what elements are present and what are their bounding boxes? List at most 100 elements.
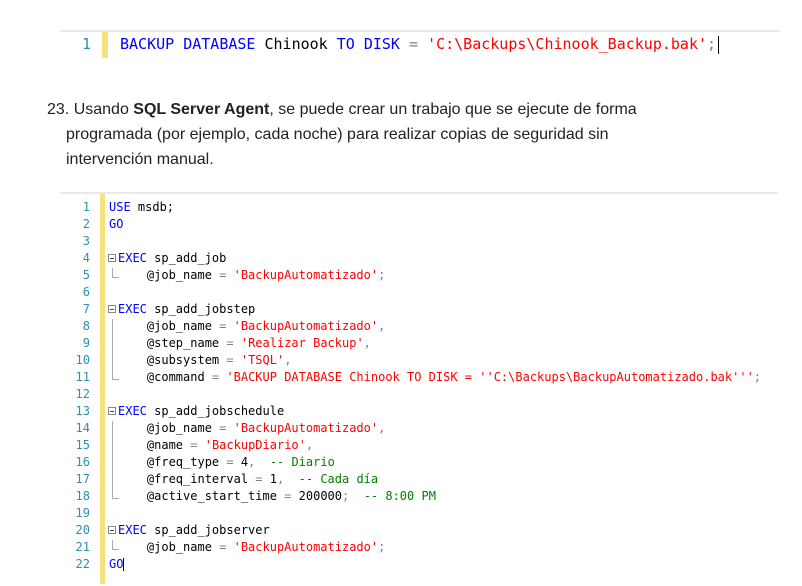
terminator: ;	[378, 540, 386, 554]
line-number: 16	[75, 455, 90, 469]
line-number: 8	[82, 319, 90, 333]
string-literal: 'C:\Backups\Chinook_Backup.bak'	[427, 35, 708, 53]
keyword: BACKUP DATABASE	[120, 35, 256, 53]
code-line[interactable]: BACKUP DATABASE Chinook TO DISK = 'C:\Ba…	[120, 35, 720, 54]
fold-guide	[112, 319, 113, 336]
line-number: 18	[75, 489, 90, 503]
string-literal: 'BackupDiario'	[204, 438, 306, 452]
code-line: 16 @freq_type = 4, -- Diario	[60, 455, 778, 472]
operator: =	[183, 438, 205, 452]
terminator: ;	[707, 35, 717, 53]
keyword: EXEC	[118, 302, 147, 316]
code-editor[interactable]: 1 USE msdb; 2 GO 3 4 EXEC sp_add_job 5 @job…	[60, 192, 778, 584]
paragraph-text: , se puede crear un trabajo que se ejecu…	[269, 101, 637, 118]
line-number: 9	[82, 336, 90, 350]
paragraph-line: intervención manual.	[66, 151, 214, 168]
line-number: 4	[82, 251, 90, 265]
operator: =	[219, 336, 241, 350]
keyword: EXEC	[118, 523, 147, 537]
comment: -- 8:00 PM	[363, 489, 436, 503]
parameter: @freq_interval	[118, 472, 249, 486]
collapse-icon[interactable]	[108, 526, 116, 534]
code-line: 10 @subsystem = 'TSQL',	[60, 353, 778, 370]
operator: =	[211, 540, 234, 554]
line-number: 22	[75, 557, 90, 571]
operator: =	[219, 455, 241, 469]
change-marker	[102, 32, 108, 58]
separator: ,	[248, 455, 270, 469]
line-number: 7	[82, 302, 90, 316]
line-number: 19	[75, 506, 90, 520]
parameter: @freq_type	[118, 455, 220, 469]
code-line: 4 EXEC sp_add_job	[60, 251, 778, 268]
paragraph-line: programada (por ejemplo, cada noche) par…	[66, 126, 609, 143]
keyword: USE	[109, 200, 131, 214]
separator: ,	[276, 472, 299, 486]
line-number: 10	[75, 353, 90, 367]
string-literal: 'BackupAutomatizado'	[233, 268, 379, 282]
bold-term: SQL Server Agent	[133, 101, 270, 118]
fold-guide	[112, 353, 113, 370]
parameter: @job_name	[118, 268, 212, 282]
code-line: 17 @freq_interval = 1, -- Cada día	[60, 472, 778, 489]
code-line: 1 USE msdb;	[60, 200, 778, 217]
fold-guide	[112, 336, 113, 353]
string-literal: 'BACKUP DATABASE Chinook TO DISK = ''C:\…	[226, 370, 754, 384]
line-number: 11	[75, 370, 90, 384]
line-number: 6	[82, 285, 90, 299]
code-line: 2 GO	[60, 217, 778, 234]
code-line: 7 EXEC sp_add_jobstep	[60, 302, 778, 319]
operator: =	[219, 353, 241, 367]
parameter: @job_name	[118, 540, 212, 554]
line-number: 12	[75, 387, 90, 401]
code-line: 11 @command = 'BACKUP DATABASE Chinook T…	[60, 370, 778, 387]
code-line: 12	[60, 387, 778, 404]
step-number: 23.	[47, 101, 70, 118]
text-caret	[718, 35, 720, 54]
comment: -- Diario	[269, 455, 335, 469]
code-line: 15 @name = 'BackupDiario',	[60, 438, 778, 455]
parameter: @job_name	[118, 421, 212, 435]
operator: =	[399, 35, 428, 53]
code-line: 6	[60, 285, 778, 302]
identifier: sp_add_jobstep	[146, 302, 256, 316]
identifier: Chinook	[255, 35, 337, 53]
step-paragraph: 23. Usando SQL Server Agent, se puede cr…	[47, 97, 747, 172]
operator: =	[211, 421, 234, 435]
separator: ,	[284, 353, 292, 367]
string-literal: 'BackupAutomatizado'	[233, 319, 379, 333]
separator: ,	[378, 319, 386, 333]
text-caret	[123, 558, 125, 571]
comment: -- Cada día	[298, 472, 379, 486]
code-line: 9 @step_name = 'Realizar Backup',	[60, 336, 778, 353]
collapse-icon[interactable]	[108, 305, 116, 313]
line-number: 1	[82, 35, 92, 53]
code-line: 19	[60, 506, 778, 523]
operator: =	[211, 319, 234, 333]
code-line: 20 EXEC sp_add_jobserver	[60, 523, 778, 540]
fold-guide	[112, 438, 113, 455]
terminator: ;	[753, 370, 762, 384]
line-number: 15	[75, 438, 90, 452]
line-number: 1	[82, 200, 90, 214]
code-line: 14 @job_name = 'BackupAutomatizado',	[60, 421, 778, 438]
fold-guide	[112, 472, 113, 489]
line-number: 17	[75, 472, 90, 486]
number-literal: 200000	[298, 489, 342, 503]
string-literal: 'BackupAutomatizado'	[233, 540, 379, 554]
keyword: EXEC	[118, 251, 147, 265]
separator: ,	[378, 421, 386, 435]
separator: ,	[305, 438, 314, 452]
collapse-icon[interactable]	[108, 407, 116, 415]
code-line: 13 EXEC sp_add_jobschedule	[60, 404, 778, 421]
string-literal: 'Realizar Backup'	[240, 336, 364, 350]
operator: =	[276, 489, 299, 503]
line-number: 13	[75, 404, 90, 418]
collapse-icon[interactable]	[108, 254, 116, 262]
code-line: 3	[60, 234, 778, 251]
code-line: 8 @job_name = 'BackupAutomatizado',	[60, 319, 778, 336]
line-number: 2	[82, 217, 90, 231]
code-line: 5 @job_name = 'BackupAutomatizado';	[60, 268, 778, 285]
code-line: 18 @active_start_time = 200000; -- 8:00 …	[60, 489, 778, 506]
keyword: GO	[109, 557, 124, 571]
